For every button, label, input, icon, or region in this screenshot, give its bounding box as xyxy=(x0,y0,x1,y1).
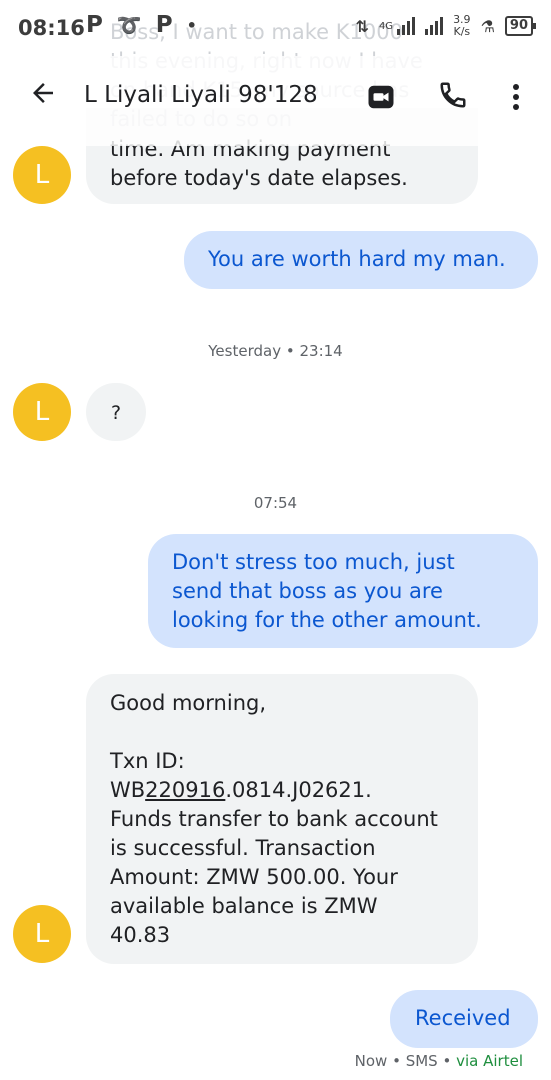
signal-2-icon xyxy=(425,17,444,35)
more-options-icon[interactable] xyxy=(506,82,526,112)
hotspot-icon: ➰ xyxy=(116,13,142,37)
phone-call-icon[interactable] xyxy=(438,80,468,110)
conversation-header: L Liyali Liyali 98'128 xyxy=(0,56,551,146)
message-text: You are worth hard my man. xyxy=(208,247,506,271)
timestamp-divider: 07:54 xyxy=(253,494,298,512)
outgoing-message-bubble[interactable]: Don't stress too much, just send that bo… xyxy=(148,534,538,648)
outgoing-message-bubble[interactable]: You are worth hard my man. xyxy=(184,231,538,289)
status-time: 08:16 xyxy=(18,16,85,40)
battery-icon: 90 xyxy=(504,16,537,36)
message-text: ? xyxy=(110,402,122,424)
notification-p2-icon: P xyxy=(155,12,173,38)
contact-name[interactable]: L Liyali Liyali 98'128 xyxy=(84,82,318,108)
message-text-line: before today's date elapses. xyxy=(110,166,408,190)
data-arrows-icon: ⇅ xyxy=(355,16,369,36)
message-text-line: Good morning, xyxy=(110,691,267,715)
dot-icon: • xyxy=(186,15,197,35)
timestamp-divider: Yesterday • 23:14 xyxy=(208,342,343,360)
avatar[interactable]: L xyxy=(13,383,71,441)
message-text-line: send that boss as you are xyxy=(172,579,443,603)
message-text-line: Funds transfer to bank account xyxy=(110,807,438,831)
video-call-icon[interactable] xyxy=(366,82,396,112)
message-text-line: Amount: ZMW 500.00. Your xyxy=(110,865,398,889)
message-text-line: looking for the other amount. xyxy=(172,608,482,632)
message-text: Received xyxy=(415,1006,511,1030)
net-speed: 3.9 K/s xyxy=(453,13,471,38)
avatar[interactable]: L xyxy=(13,905,71,963)
message-text-line: 40.83 xyxy=(110,923,171,947)
message-status: Now • SMS • via Airtel xyxy=(354,1052,523,1070)
message-text-line: is successful. Transaction xyxy=(110,836,376,860)
message-text-line: available balance is ZMW xyxy=(110,894,378,918)
transaction-id[interactable]: WB220916.0814.J02621. xyxy=(110,776,478,805)
incoming-message-bubble[interactable]: Good morning, Txn ID: WB220916.0814.J026… xyxy=(86,674,478,964)
message-text-line: Don't stress too much, just xyxy=(172,550,455,574)
network-type: 4G xyxy=(378,20,394,32)
notification-icons: P ➰ P • xyxy=(86,12,197,38)
notification-p-icon: P xyxy=(86,12,103,38)
outgoing-message-bubble[interactable]: Received xyxy=(390,990,538,1048)
system-icons: ⇅ 4G 3.9 K/s ⚗ 90 xyxy=(355,13,537,38)
signal-icon xyxy=(397,17,416,35)
phone-number-link[interactable]: 220916 xyxy=(145,778,225,802)
message-text-line: Txn ID: xyxy=(110,749,185,773)
avatar[interactable]: L xyxy=(13,146,71,204)
carrier-label: via Airtel xyxy=(456,1052,523,1070)
status-bar: 08:16 P ➰ P • ⇅ 4G 3.9 K/s ⚗ 90 xyxy=(0,0,551,56)
incoming-message-bubble[interactable]: ? xyxy=(86,383,146,441)
back-arrow-icon[interactable] xyxy=(28,78,58,108)
beaker-icon: ⚗ xyxy=(480,16,495,36)
